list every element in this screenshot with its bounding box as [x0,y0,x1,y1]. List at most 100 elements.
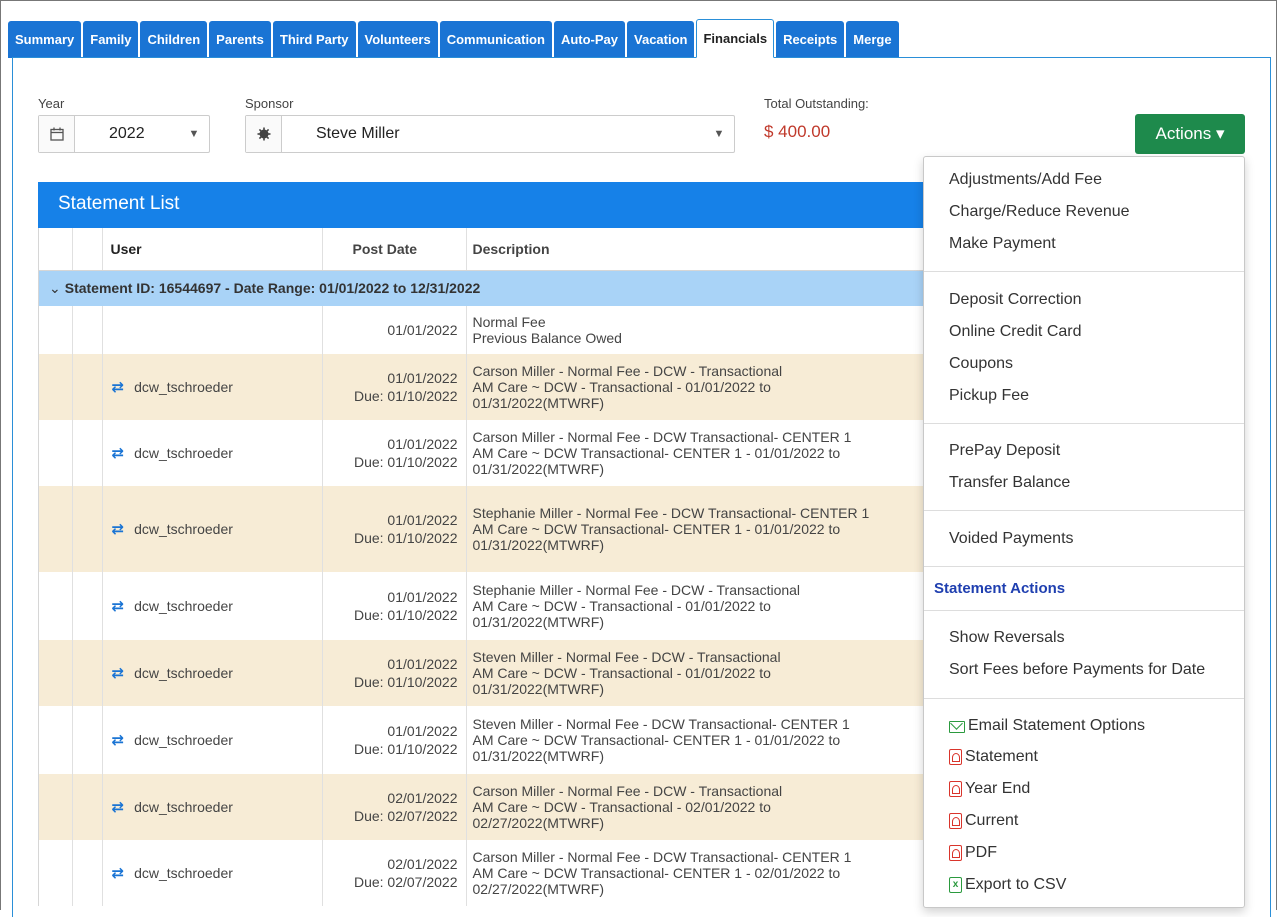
row-user: dcw_tschroeder [134,521,233,537]
menu-item-sort-fees-before-payments[interactable]: Sort Fees before Payments for Date [949,661,1205,679]
tab-auto-pay[interactable]: Auto-Pay [553,21,626,58]
transfer-arrows-icon[interactable]: ⇄ [112,864,125,882]
transfer-arrows-icon[interactable]: ⇄ [112,798,125,816]
tab-summary[interactable]: Summary [8,21,82,58]
transfer-arrows-icon[interactable]: ⇄ [112,378,125,396]
year-label: Year [38,96,65,111]
sponsor-label: Sponsor [245,96,294,111]
menu-item-show-reversals[interactable]: Show Reversals [949,629,1065,647]
row-post-date: 02/01/2022 [387,856,458,872]
pdf-icon [949,813,962,829]
chevron-down-icon: ▼ [188,128,200,140]
row-user: dcw_tschroeder [134,379,233,395]
tab-parents[interactable]: Parents [209,21,271,58]
row-post-date: 01/01/2022 [387,656,458,672]
row-post-date: 01/01/2022 [387,370,458,386]
row-user: dcw_tschroeder [134,445,233,461]
row-post-date: 02/01/2022 [387,790,458,806]
menu-divider [924,698,1244,699]
row-due-date: Due: 01/10/2022 [353,607,458,623]
transfer-arrows-icon[interactable]: ⇄ [112,731,125,749]
menu-item-export-csv[interactable]: x Export to CSV [949,876,1066,894]
menu-item-statement-pdf[interactable]: Statement [949,748,1038,766]
row-description-line: AM Care ~ DCW Transactional- CENTER 1 - … [472,521,841,537]
tab-receipts[interactable]: Receipts [776,21,845,58]
transfer-arrows-icon[interactable]: ⇄ [112,444,125,462]
row-post-date: 01/01/2022 [387,436,458,452]
row-user: dcw_tschroeder [134,665,233,681]
menu-item-pickup-fee[interactable]: Pickup Fee [949,387,1029,405]
row-due-date: Due: 02/07/2022 [353,808,458,824]
menu-item-online-credit-card[interactable]: Online Credit Card [949,323,1082,341]
menu-divider [924,566,1244,567]
actions-dropdown-menu: Adjustments/Add Fee Charge/Reduce Revenu… [923,156,1245,908]
menu-item-year-end-pdf[interactable]: Year End [949,780,1030,798]
menu-item-label: PDF [965,844,997,861]
row-due-date: Due: 02/07/2022 [353,874,458,890]
tab-third-party[interactable]: Third Party [272,21,356,58]
statement-group-label: Statement ID: 16544697 - Date Range: 01/… [64,279,481,296]
row-post-date: 01/01/2022 [387,723,458,739]
menu-item-pdf[interactable]: PDF [949,844,997,862]
column-header-post-date[interactable]: Post Date [322,228,467,271]
tab-vacation[interactable]: Vacation [627,21,695,58]
row-post-date: 01/01/2022 [387,512,458,528]
menu-item-label: Export to CSV [965,876,1067,893]
tab-communication[interactable]: Communication [439,21,552,58]
chevron-down-icon: ▼ [713,128,725,140]
pdf-icon [949,781,962,797]
menu-item-charge-reduce-revenue[interactable]: Charge/Reduce Revenue [949,203,1130,221]
sponsor-value: Steve Miller [316,125,400,142]
total-outstanding-label: Total Outstanding: [764,96,869,111]
transfer-arrows-icon[interactable]: ⇄ [112,520,125,538]
menu-divider [924,271,1244,272]
csv-icon: x [949,877,962,893]
actions-button[interactable]: Actions ▾ [1135,114,1245,154]
pdf-icon [949,749,962,765]
sponsor-select[interactable]: Steve Miller ▼ [245,115,735,153]
row-description-line: 01/31/2022(MTWRF) [472,537,604,553]
menu-item-label: Email Statement Options [968,717,1145,734]
year-select[interactable]: 2022 ▼ [38,115,210,153]
menu-item-label: Year End [965,780,1031,797]
row-user: dcw_tschroeder [134,598,233,614]
year-value: 2022 [109,125,145,142]
transfer-arrows-icon[interactable]: ⇄ [112,664,125,682]
statement-actions-heading: Statement Actions [934,580,1066,597]
menu-item-label: Statement [965,748,1038,765]
menu-item-make-payment[interactable]: Make Payment [949,235,1056,253]
tab-merge[interactable]: Merge [846,21,899,58]
badge-icon [246,116,282,152]
tab-financials[interactable]: Financials [696,19,775,58]
row-post-date: 01/01/2022 [387,589,458,605]
chevron-down-icon[interactable]: ⌄ [49,280,61,296]
row-post-date: 01/01/2022 [387,322,458,338]
calendar-icon [39,116,75,152]
menu-item-voided-payments[interactable]: Voided Payments [949,530,1074,548]
tab-children[interactable]: Children [140,21,208,58]
row-due-date: Due: 01/10/2022 [353,454,458,470]
menu-item-transfer-balance[interactable]: Transfer Balance [949,474,1070,492]
tab-volunteers[interactable]: Volunteers [357,21,438,58]
total-outstanding-value: $ 400.00 [764,122,831,141]
menu-item-current-pdf[interactable]: Current [949,812,1018,830]
row-user: dcw_tschroeder [134,865,233,881]
menu-item-adjustments-add-fee[interactable]: Adjustments/Add Fee [949,171,1102,189]
row-due-date: Due: 01/10/2022 [353,530,458,546]
pdf-icon [949,845,962,861]
menu-item-email-statement-options[interactable]: Email Statement Options [949,717,1145,735]
menu-item-coupons[interactable]: Coupons [949,355,1013,373]
transfer-arrows-icon[interactable]: ⇄ [112,597,125,615]
row-user: dcw_tschroeder [134,799,233,815]
tab-bar: Summary Family Children Parents Third Pa… [8,19,901,58]
row-user: dcw_tschroeder [134,732,233,748]
envelope-icon [949,721,965,733]
menu-item-deposit-correction[interactable]: Deposit Correction [949,291,1082,309]
menu-divider [924,610,1244,611]
tab-family[interactable]: Family [83,21,139,58]
column-header-user[interactable]: User [102,228,323,271]
menu-item-prepay-deposit[interactable]: PrePay Deposit [949,442,1060,460]
menu-item-label: Current [965,812,1019,829]
menu-divider [924,423,1244,424]
menu-divider [924,510,1244,511]
